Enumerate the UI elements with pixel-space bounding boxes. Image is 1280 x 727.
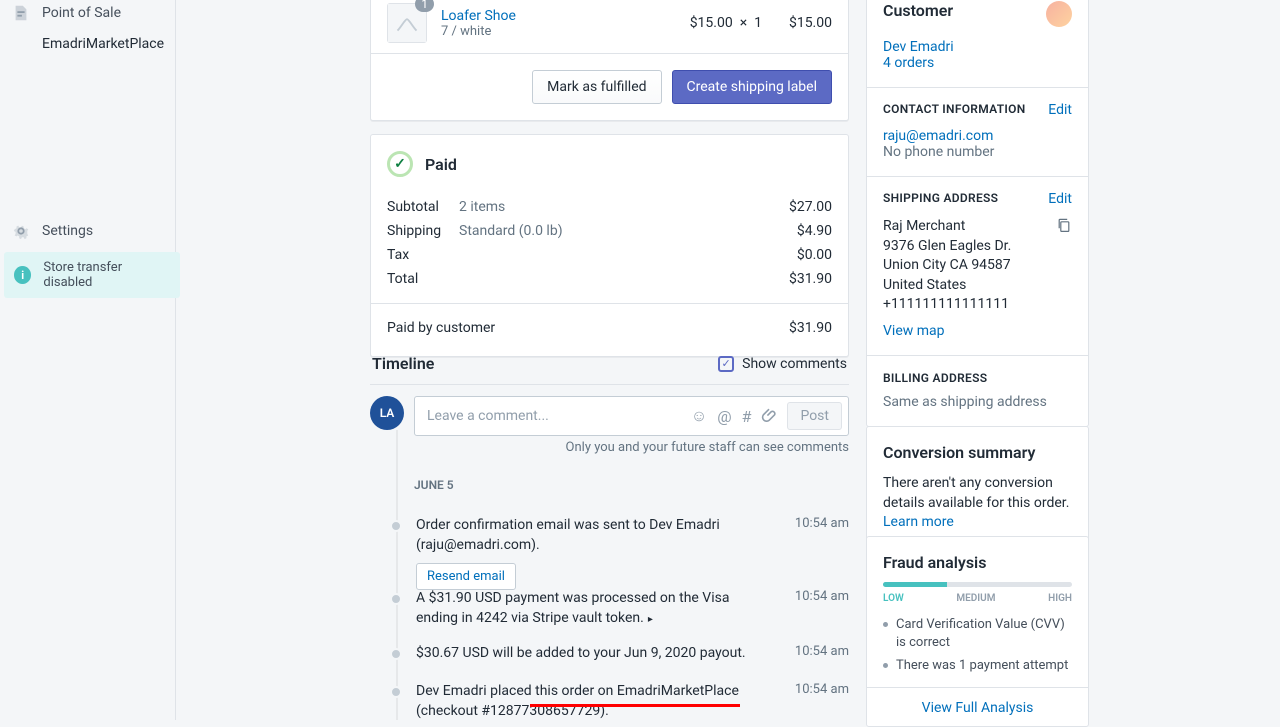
fraud-bullet: Card Verification Value (CVV) is correct <box>883 616 1072 651</box>
customer-phone: No phone number <box>883 144 1072 160</box>
expand-icon[interactable]: ▸ <box>648 614 653 625</box>
paid-title: Paid <box>425 155 457 174</box>
comment-composer: LA ☺ @ # Post <box>370 396 849 436</box>
fraud-title: Fraud analysis <box>883 553 1072 572</box>
customer-name-link[interactable]: Dev Emadri <box>883 39 954 55</box>
create-shipping-label-button[interactable]: Create shipping label <box>672 70 832 104</box>
paid-check-icon: ✓ <box>387 151 413 177</box>
product-name-link[interactable]: Loafer Shoe <box>441 8 516 24</box>
contact-header: CONTACT INFORMATION <box>883 102 1026 116</box>
line-item: 1 Loafer Shoe 7 / white $15.00 × 1 $15.0… <box>371 0 848 53</box>
sidebar-item-pos[interactable]: Point of Sale <box>0 0 175 28</box>
product-variant: 7 / white <box>441 24 612 39</box>
shipping-address: Raj Merchant9376 Glen Eagles Dr.Union Ci… <box>883 217 1011 315</box>
billing-text: Same as shipping address <box>883 394 1072 410</box>
comment-input[interactable] <box>427 408 691 424</box>
customer-card: Customer Dev Emadri 4 orders CONTACT INF… <box>866 0 1089 427</box>
bullet-icon <box>390 593 402 605</box>
store-label: EmadriMarketPlace <box>42 36 164 52</box>
sidebar-item-store[interactable]: EmadriMarketPlace <box>0 30 175 58</box>
emoji-icon[interactable]: ☺ <box>691 406 707 426</box>
copy-icon[interactable] <box>1056 217 1072 237</box>
gear-icon <box>12 222 30 240</box>
view-map-link[interactable]: View map <box>883 323 945 339</box>
pos-label: Point of Sale <box>42 5 121 21</box>
timeline-header: Timeline ✓ Show comments <box>370 340 849 387</box>
settings-label: Settings <box>42 223 93 239</box>
avatar: LA <box>370 396 404 430</box>
sidebar: Point of Sale EmadriMarketPlace Settings… <box>0 0 176 720</box>
product-thumb[interactable]: 1 <box>387 3 427 43</box>
timeline-item: Order confirmation email was sent to Dev… <box>390 516 849 590</box>
customer-email-link[interactable]: raju@emadri.com <box>883 128 993 144</box>
divider <box>370 384 849 385</box>
pos-icon <box>12 4 30 22</box>
show-comments-toggle[interactable]: ✓ Show comments <box>718 356 847 372</box>
mention-icon[interactable]: @ <box>717 407 731 426</box>
annotation-underline <box>530 704 740 707</box>
attach-icon[interactable] <box>761 406 777 426</box>
customer-title: Customer <box>883 1 953 20</box>
risk-labels: LOWMEDIUMHIGH <box>883 593 1072 604</box>
fulfillment-card: 1 Loafer Shoe 7 / white $15.00 × 1 $15.0… <box>370 0 849 121</box>
timeline-item: A $31.90 USD payment was processed on th… <box>390 589 849 628</box>
info-icon: i <box>14 266 31 284</box>
bullet-icon <box>390 648 402 660</box>
fraud-meter <box>883 582 1072 587</box>
unit-price: $15.00 × 1 <box>612 15 762 31</box>
qty-badge: 1 <box>415 0 434 12</box>
conversion-card: Conversion summary There aren't any conv… <box>866 426 1089 550</box>
timeline-item: $30.67 USD will be added to your Jun 9, … <box>390 644 849 664</box>
sidebar-alert[interactable]: i Store transfer disabled <box>4 252 180 298</box>
view-full-analysis-link[interactable]: View Full Analysis <box>922 700 1034 716</box>
fraud-card: Fraud analysis LOWMEDIUMHIGH Card Verifi… <box>866 536 1089 727</box>
bullet-icon <box>390 686 402 698</box>
resend-email-button[interactable]: Resend email <box>416 563 516 590</box>
timeline-date: JUNE 5 <box>414 478 454 492</box>
sidebar-item-settings[interactable]: Settings <box>0 216 176 246</box>
paid-card: ✓ Paid Subtotal2 items$27.00 ShippingSta… <box>370 134 849 357</box>
mark-fulfilled-button[interactable]: Mark as fulfilled <box>532 70 661 104</box>
post-button[interactable]: Post <box>787 402 842 430</box>
checkbox-icon: ✓ <box>718 356 734 372</box>
learn-more-link[interactable]: Learn more <box>883 514 954 530</box>
hash-icon[interactable]: # <box>742 407 752 426</box>
edit-contact-button[interactable]: Edit <box>1048 102 1072 118</box>
customer-avatar[interactable] <box>1046 1 1072 27</box>
timeline-title: Timeline <box>372 354 434 373</box>
conversion-title: Conversion summary <box>883 443 1072 462</box>
comment-note: Only you and your future staff can see c… <box>420 440 849 455</box>
fraud-bullet: There was 1 payment attempt <box>883 657 1072 675</box>
billing-header: BILLING ADDRESS <box>883 371 987 385</box>
timeline-item: Dev Emadri placed this order on EmadriMa… <box>390 682 849 721</box>
customer-orders-link[interactable]: 4 orders <box>883 55 934 71</box>
comment-box[interactable]: ☺ @ # Post <box>414 396 849 436</box>
shipping-header: SHIPPING ADDRESS <box>883 191 998 205</box>
line-total: $15.00 <box>762 15 832 31</box>
alert-label: Store transfer disabled <box>43 260 170 290</box>
bullet-icon <box>390 520 402 532</box>
edit-shipping-button[interactable]: Edit <box>1048 191 1072 207</box>
